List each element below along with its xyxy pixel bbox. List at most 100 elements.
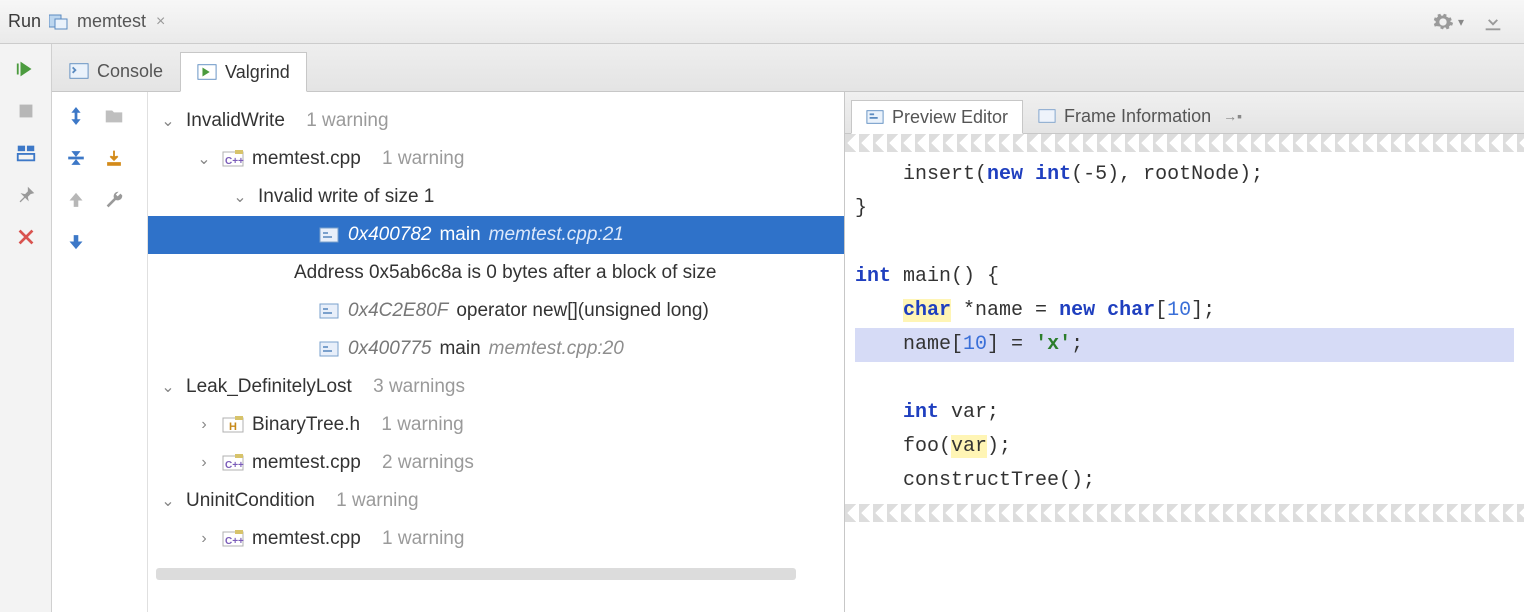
code-preview[interactable]: insert(new int(-5), rootNode); } int mai… [845,152,1524,504]
issues-tree[interactable]: ⌄ InvalidWrite 1 warning ⌄ C++ memtest.cpp 1… [148,92,844,612]
horizontal-scrollbar[interactable] [156,568,796,580]
frame-address: 0x400782 [348,224,431,246]
tab-frame-info[interactable]: Frame Information →▪ [1023,99,1257,133]
pin-out-icon[interactable]: →▪ [1223,108,1242,124]
close-icon[interactable]: × [156,13,165,31]
pin-icon[interactable] [15,184,37,206]
tree-row[interactable]: Address 0x5ab6c8a is 0 bytes after a blo… [148,254,844,292]
tree-meta: 2 warnings [382,452,474,474]
twisty-icon[interactable]: › [194,530,214,548]
svg-text:C++: C++ [225,536,244,547]
tree-row[interactable]: › C++ memtest.cpp 1 warning [148,520,844,558]
run-config[interactable]: memtest × [49,11,165,32]
cpp-file-icon: C++ [222,453,244,473]
run-toolbar [0,44,52,612]
frame-info-icon [1038,108,1056,124]
twisty-icon[interactable]: › [194,416,214,434]
tree-label: Invalid write of size 1 [258,186,434,208]
tree-row[interactable]: ⌄ UninitCondition 1 warning [148,482,844,520]
layout-icon[interactable] [15,142,37,164]
topbar: Run memtest × ▾ [0,0,1524,44]
tree-label: UninitCondition [186,490,315,512]
highlighted-line: name[10] = 'x'; [855,328,1514,362]
tab-preview-editor[interactable]: Preview Editor [851,100,1023,134]
settings-wrench-icon[interactable] [102,188,126,212]
expand-all-icon[interactable] [64,104,88,128]
svg-text:H: H [229,421,237,433]
tree-label: memtest.cpp [252,528,361,550]
twisty-icon[interactable]: › [194,454,214,472]
tab-console-label: Console [97,61,163,82]
gear-dropdown-icon[interactable]: ▾ [1458,15,1464,29]
fold-indicator-bottom [845,504,1524,522]
frame-icon [318,339,340,359]
tree-frame-row[interactable]: 0x400775 main memtest.cpp:20 [148,330,844,368]
tree-row[interactable]: ⌄ Invalid write of size 1 [148,178,844,216]
frame-address: 0x4C2E80F [348,300,448,322]
preview-editor-icon [866,109,884,125]
run-label: Run [8,11,41,32]
cpp-file-icon: C++ [222,529,244,549]
frame-function: main [439,224,480,246]
h-file-icon: H [222,415,244,435]
close-red-icon[interactable] [15,226,37,248]
tree-row[interactable]: ⌄ Leak_DefinitelyLost 3 warnings [148,368,844,406]
tree-meta: 1 warning [336,490,418,512]
code-text: insert( [855,163,987,186]
cpp-file-icon: C++ [222,149,244,169]
frame-function: operator new[](unsigned long) [456,300,708,322]
svg-text:C++: C++ [225,460,244,471]
tree-row[interactable]: › C++ memtest.cpp 2 warnings [148,444,844,482]
rerun-icon[interactable] [15,58,37,80]
twisty-icon[interactable]: ⌄ [158,111,178,131]
frame-function: main [439,338,480,360]
frame-location: memtest.cpp:20 [489,338,624,360]
frame-icon [318,225,340,245]
up-arrow-icon[interactable] [64,188,88,212]
tree-meta: 1 warning [382,528,464,550]
twisty-icon[interactable]: ⌄ [194,149,214,169]
gear-icon[interactable] [1432,11,1454,33]
console-icon [69,62,89,80]
tab-valgrind[interactable]: Valgrind [180,52,307,92]
tab-preview-label: Preview Editor [892,107,1008,128]
run-config-name: memtest [77,11,146,32]
tree-label: memtest.cpp [252,452,361,474]
tree-frame-row[interactable]: 0x4C2E80F operator new[](unsigned long) [148,292,844,330]
frame-icon [318,301,340,321]
download-icon[interactable] [1482,11,1504,33]
tab-console[interactable]: Console [52,51,180,91]
folder-icon[interactable] [102,104,126,128]
tree-label: Leak_DefinitelyLost [186,376,352,398]
valgrind-icon [197,63,217,81]
collapse-all-icon[interactable] [64,146,88,170]
tree-meta: 1 warning [381,414,463,436]
down-arrow-icon[interactable] [64,230,88,254]
tree-meta: 1 warning [306,110,388,132]
output-tabs: Console Valgrind [52,44,1524,92]
run-config-icon [49,13,71,31]
tab-valgrind-label: Valgrind [225,62,290,83]
tree-label: Address 0x5ab6c8a is 0 bytes after a blo… [294,262,716,284]
fold-indicator-top [845,134,1524,152]
tree-row[interactable]: ⌄ InvalidWrite 1 warning [148,102,844,140]
export-icon[interactable] [102,146,126,170]
stop-icon[interactable] [15,100,37,122]
frame-location: memtest.cpp:21 [489,224,624,246]
tree-meta: 3 warnings [373,376,465,398]
tree-toolbar [52,92,148,612]
tree-frame-row[interactable]: 0x400782 main memtest.cpp:21 [148,216,844,254]
twisty-icon[interactable]: ⌄ [158,377,178,397]
tree-label: memtest.cpp [252,148,361,170]
tree-row[interactable]: › H BinaryTree.h 1 warning [148,406,844,444]
twisty-icon[interactable]: ⌄ [158,491,178,511]
preview-pane: Preview Editor Frame Information →▪ inse… [844,92,1524,612]
tab-frame-info-label: Frame Information [1064,106,1211,127]
twisty-icon[interactable]: ⌄ [230,187,250,207]
tree-row[interactable]: ⌄ C++ memtest.cpp 1 warning [148,140,844,178]
tree-label: InvalidWrite [186,110,285,132]
frame-address: 0x400775 [348,338,431,360]
tree-meta: 1 warning [382,148,464,170]
svg-text:C++: C++ [225,156,244,167]
tree-label: BinaryTree.h [252,414,360,436]
